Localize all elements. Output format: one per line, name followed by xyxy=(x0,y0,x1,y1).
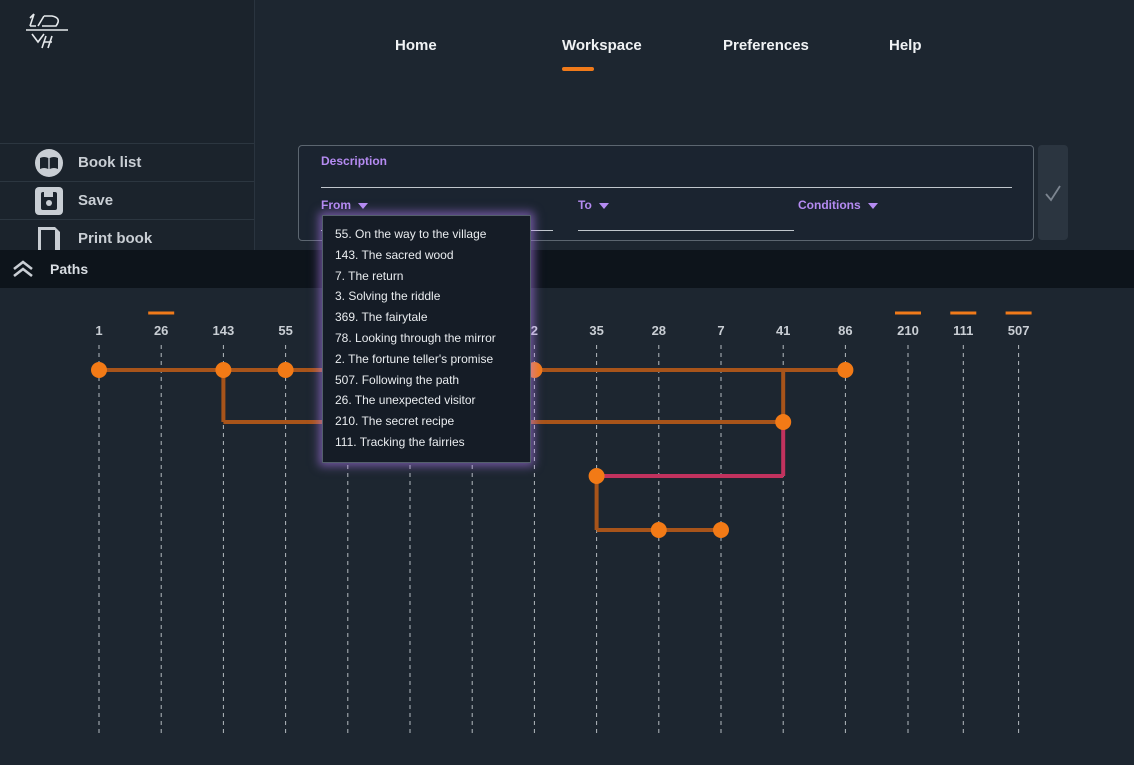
book-icon xyxy=(35,148,63,177)
sidebar-item-book-list[interactable]: Book list xyxy=(0,143,254,181)
description-label: Description xyxy=(321,154,388,168)
column-label: 35 xyxy=(589,323,603,338)
to-field-underline xyxy=(578,230,794,231)
dropdown-option[interactable]: 55. On the way to the village xyxy=(323,224,530,245)
path-node xyxy=(837,362,854,378)
nav-home[interactable]: Home xyxy=(395,37,437,54)
submit-button[interactable] xyxy=(1038,145,1068,240)
conditions-dropdown[interactable]: Conditions xyxy=(798,198,878,212)
sidebar-item-label: Print book xyxy=(78,230,153,247)
chevron-down-icon xyxy=(598,202,609,209)
column-label: 2 xyxy=(531,323,538,338)
dropdown-option[interactable]: 2. The fortune teller's promise xyxy=(323,349,530,370)
dropdown-option[interactable]: 369. The fairytale xyxy=(323,307,530,328)
description-input[interactable] xyxy=(321,187,1012,188)
path-node xyxy=(713,522,729,538)
sidebar-item-save[interactable]: Save xyxy=(0,181,254,219)
paths-title: Paths xyxy=(50,261,89,277)
print-icon xyxy=(35,225,63,253)
dropdown-option[interactable]: 26. The unexpected visitor xyxy=(323,390,530,411)
column-label: 28 xyxy=(652,323,666,338)
active-tab-indicator xyxy=(562,67,594,71)
to-dropdown[interactable]: To xyxy=(578,198,609,212)
from-label: From xyxy=(321,198,351,212)
column-label: 26 xyxy=(154,323,168,338)
column-label: 55 xyxy=(278,323,292,338)
dropdown-option[interactable]: 78. Looking through the mirror xyxy=(323,328,530,349)
chevron-down-icon xyxy=(358,202,368,209)
dropdown-option[interactable]: 210. The secret recipe xyxy=(323,411,530,432)
column-label: 210 xyxy=(897,323,919,338)
path-node xyxy=(650,522,667,538)
column-marker xyxy=(950,311,977,315)
save-icon xyxy=(35,186,63,215)
path-node xyxy=(91,362,107,378)
column-marker xyxy=(148,311,175,315)
collapse-chevron-icon[interactable] xyxy=(11,259,35,279)
nav-help[interactable]: Help xyxy=(889,37,922,54)
path-graph: 126143553369782352874186210111507 xyxy=(91,311,1032,736)
conditions-label: Conditions xyxy=(798,198,861,212)
to-label: To xyxy=(578,198,592,212)
dropdown-option[interactable]: 143. The sacred wood xyxy=(323,245,530,266)
column-label: 111 xyxy=(953,323,973,338)
column-marker xyxy=(1005,311,1032,315)
chevron-down-icon xyxy=(867,202,878,209)
path-node xyxy=(277,362,294,378)
column-label: 41 xyxy=(776,323,790,338)
sidebar: Book list Save Print book xyxy=(0,0,255,253)
column-marker xyxy=(895,311,921,315)
dropdown-option[interactable]: 111. Tracking the fairries xyxy=(323,432,530,453)
column-label: 143 xyxy=(213,323,235,338)
path-node xyxy=(215,362,232,378)
path-node xyxy=(775,414,792,430)
nav-workspace[interactable]: Workspace xyxy=(562,37,642,54)
sidebar-item-label: Book list xyxy=(78,154,142,171)
column-label: 86 xyxy=(838,323,852,338)
top-navigation xyxy=(254,0,1134,90)
sidebar-item-label: Save xyxy=(78,192,114,209)
path-node xyxy=(588,468,605,484)
column-label: 507 xyxy=(1008,323,1030,338)
column-label: 1 xyxy=(95,323,102,338)
paths-header: Paths xyxy=(0,250,1134,288)
dropdown-option[interactable]: 3. Solving the riddle xyxy=(323,286,530,307)
checkmark-icon xyxy=(1045,185,1061,202)
dropdown-option[interactable]: 507. Following the path xyxy=(323,370,530,391)
from-dropdown-menu: 55. On the way to the village 143. The sa… xyxy=(322,215,531,463)
nav-preferences[interactable]: Preferences xyxy=(723,37,809,54)
dropdown-option[interactable]: 7. The return xyxy=(323,266,530,287)
from-dropdown[interactable]: From xyxy=(321,198,368,212)
column-label: 7 xyxy=(717,323,724,338)
logo-icon xyxy=(26,13,68,49)
